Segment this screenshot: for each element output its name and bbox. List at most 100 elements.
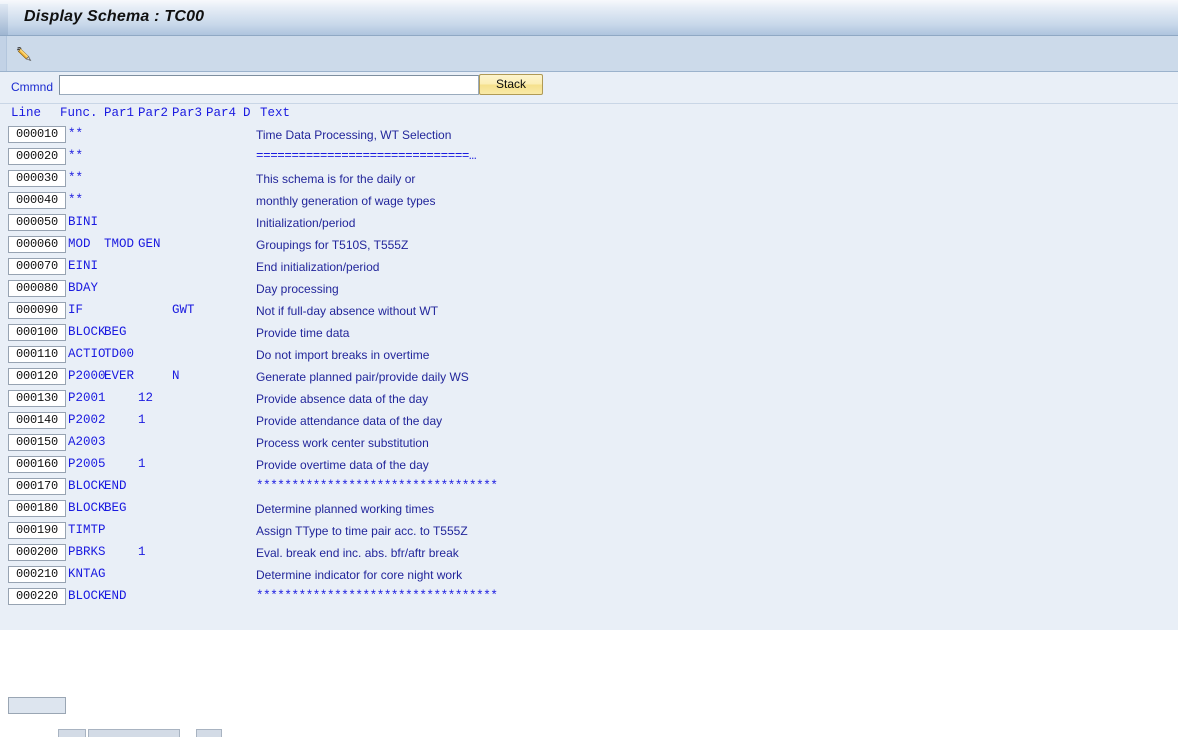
cell-par2[interactable]: 1 xyxy=(138,545,146,559)
cell-func[interactable]: P2000 xyxy=(68,369,106,383)
line-number-field[interactable]: 000190 xyxy=(8,522,66,539)
cell-par1[interactable]: TMOD xyxy=(104,237,134,251)
line-number-field[interactable]: 000090 xyxy=(8,302,66,319)
table-row[interactable]: 000120 P2000 EVER N Generate planned pair/pr… xyxy=(0,366,1178,388)
cell-func[interactable]: PBRKS xyxy=(68,545,106,559)
table-row[interactable]: 000140 P2002 1 Provide attendance data of t… xyxy=(0,410,1178,432)
line-number-field[interactable]: 000110 xyxy=(8,346,66,363)
cell-func[interactable]: P2002 xyxy=(68,413,106,427)
line-number-field[interactable]: 000030 xyxy=(8,170,66,187)
table-row[interactable]: 000110 ACTIO TD00 Do not import breaks in o… xyxy=(0,344,1178,366)
table-row[interactable]: 000170 BLOCK END **************************… xyxy=(0,476,1178,498)
footer-button-3[interactable] xyxy=(196,729,222,737)
cell-func[interactable]: KNTAG xyxy=(68,567,106,581)
table-row[interactable]: 000060 MOD TMOD GEN Groupings for T510S, T55… xyxy=(0,234,1178,256)
cell-func[interactable]: P2001 xyxy=(68,391,106,405)
cell-text[interactable]: Not if full-day absence without WT xyxy=(256,304,438,318)
table-row[interactable]: 000090 IF GWT Not if full-day absence witho… xyxy=(0,300,1178,322)
cell-text[interactable]: ********************************** xyxy=(256,479,498,493)
line-number-field[interactable]: 000060 xyxy=(8,236,66,253)
line-number-field[interactable]: 000210 xyxy=(8,566,66,583)
line-number-field[interactable]: 000150 xyxy=(8,434,66,451)
table-row[interactable]: 000010 ** Time Data Processing, WT Selecti… xyxy=(0,124,1178,146)
footer-button-2[interactable] xyxy=(88,729,180,737)
cell-text[interactable]: Determine planned working times xyxy=(256,502,434,516)
cell-text[interactable]: Generate planned pair/provide daily WS xyxy=(256,370,469,384)
table-row[interactable]: 000160 P2005 1 Provide overtime data of the… xyxy=(0,454,1178,476)
cell-func[interactable]: BDAY xyxy=(68,281,98,295)
cell-text[interactable]: Initialization/period xyxy=(256,216,355,230)
cell-func[interactable]: IF xyxy=(68,303,83,317)
line-number-field[interactable]: 000120 xyxy=(8,368,66,385)
cell-func[interactable]: ** xyxy=(68,149,83,163)
table-row[interactable]: 000030 ** This schema is for the daily or xyxy=(0,168,1178,190)
cell-text[interactable]: Provide overtime data of the day xyxy=(256,458,429,472)
cell-text[interactable]: Process work center substitution xyxy=(256,436,429,450)
cell-text[interactable]: Provide time data xyxy=(256,326,349,340)
cell-text[interactable]: Determine indicator for core night work xyxy=(256,568,462,582)
table-row[interactable]: 000180 BLOCK BEG Determine planned working … xyxy=(0,498,1178,520)
cell-text[interactable]: ********************************** xyxy=(256,589,498,603)
table-row[interactable]: 000210 KNTAG Determine indicator for core … xyxy=(0,564,1178,586)
cell-func[interactable]: BINI xyxy=(68,215,98,229)
cell-func[interactable]: ** xyxy=(68,127,83,141)
table-row[interactable]: 000040 ** monthly generation of wage types xyxy=(0,190,1178,212)
cell-par1[interactable]: EVER xyxy=(104,369,134,383)
table-row[interactable]: 000020 ** ==============================… xyxy=(0,146,1178,168)
table-row[interactable]: 000070 EINI End initialization/period xyxy=(0,256,1178,278)
cell-text[interactable]: Time Data Processing, WT Selection xyxy=(256,128,451,142)
cell-func[interactable]: MOD xyxy=(68,237,91,251)
cell-text[interactable]: Day processing xyxy=(256,282,339,296)
cell-text[interactable]: Provide absence data of the day xyxy=(256,392,428,406)
cell-par3[interactable]: GWT xyxy=(172,303,195,317)
line-number-field[interactable]: 000180 xyxy=(8,500,66,517)
cell-text[interactable]: Assign TType to time pair acc. to T555Z xyxy=(256,524,468,538)
line-number-field[interactable]: 000220 xyxy=(8,588,66,605)
cell-func[interactable]: ** xyxy=(68,193,83,207)
line-number-field[interactable]: 000070 xyxy=(8,258,66,275)
line-number-field[interactable]: 000010 xyxy=(8,126,66,143)
command-input[interactable] xyxy=(59,75,479,95)
cell-func[interactable]: BLOCK xyxy=(68,325,106,339)
cell-text[interactable]: Do not import breaks in overtime xyxy=(256,348,429,362)
table-row[interactable]: 000050 BINI Initialization/period xyxy=(0,212,1178,234)
cell-par1[interactable]: BEG xyxy=(104,501,127,515)
cell-text[interactable]: monthly generation of wage types xyxy=(256,194,435,208)
cell-func[interactable]: BLOCK xyxy=(68,501,106,515)
cell-text[interactable]: End initialization/period xyxy=(256,260,379,274)
line-number-field[interactable]: 000170 xyxy=(8,478,66,495)
cell-text[interactable]: This schema is for the daily or xyxy=(256,172,415,186)
cell-text[interactable]: Eval. break end inc. abs. bfr/aftr break xyxy=(256,546,459,560)
cell-func[interactable]: EINI xyxy=(68,259,98,273)
line-number-field[interactable]: 000200 xyxy=(8,544,66,561)
cell-text[interactable]: Provide attendance data of the day xyxy=(256,414,442,428)
next-line-number-box[interactable] xyxy=(8,697,66,714)
cell-func[interactable]: BLOCK xyxy=(68,479,106,493)
line-number-field[interactable]: 000130 xyxy=(8,390,66,407)
footer-button-1[interactable] xyxy=(58,729,86,737)
cell-func[interactable]: ACTIO xyxy=(68,347,106,361)
line-number-field[interactable]: 000140 xyxy=(8,412,66,429)
cell-par2[interactable]: GEN xyxy=(138,237,161,251)
table-row[interactable]: 000080 BDAY Day processing xyxy=(0,278,1178,300)
table-row[interactable]: 000190 TIMTP Assign TType to time pair acc… xyxy=(0,520,1178,542)
line-number-field[interactable]: 000100 xyxy=(8,324,66,341)
cell-par1[interactable]: END xyxy=(104,479,127,493)
cell-text[interactable]: ==============================… xyxy=(256,149,477,163)
table-row[interactable]: 000130 P2001 12 Provide absence data of the… xyxy=(0,388,1178,410)
cell-par2[interactable]: 1 xyxy=(138,413,146,427)
cell-func[interactable]: P2005 xyxy=(68,457,106,471)
line-number-field[interactable]: 000050 xyxy=(8,214,66,231)
pencil-edit-icon[interactable] xyxy=(14,43,36,65)
cell-func[interactable]: TIMTP xyxy=(68,523,106,537)
cell-par2[interactable]: 1 xyxy=(138,457,146,471)
cell-func[interactable]: A2003 xyxy=(68,435,106,449)
cell-par2[interactable]: 12 xyxy=(138,391,153,405)
cell-par3[interactable]: N xyxy=(172,369,180,383)
cell-func[interactable]: ** xyxy=(68,171,83,185)
line-number-field[interactable]: 000040 xyxy=(8,192,66,209)
line-number-field[interactable]: 000080 xyxy=(8,280,66,297)
table-row[interactable]: 000200 PBRKS 1 Eval. break end inc. abs. bf… xyxy=(0,542,1178,564)
table-row[interactable]: 000220 BLOCK END **************************… xyxy=(0,586,1178,608)
cell-par1[interactable]: TD00 xyxy=(104,347,134,361)
